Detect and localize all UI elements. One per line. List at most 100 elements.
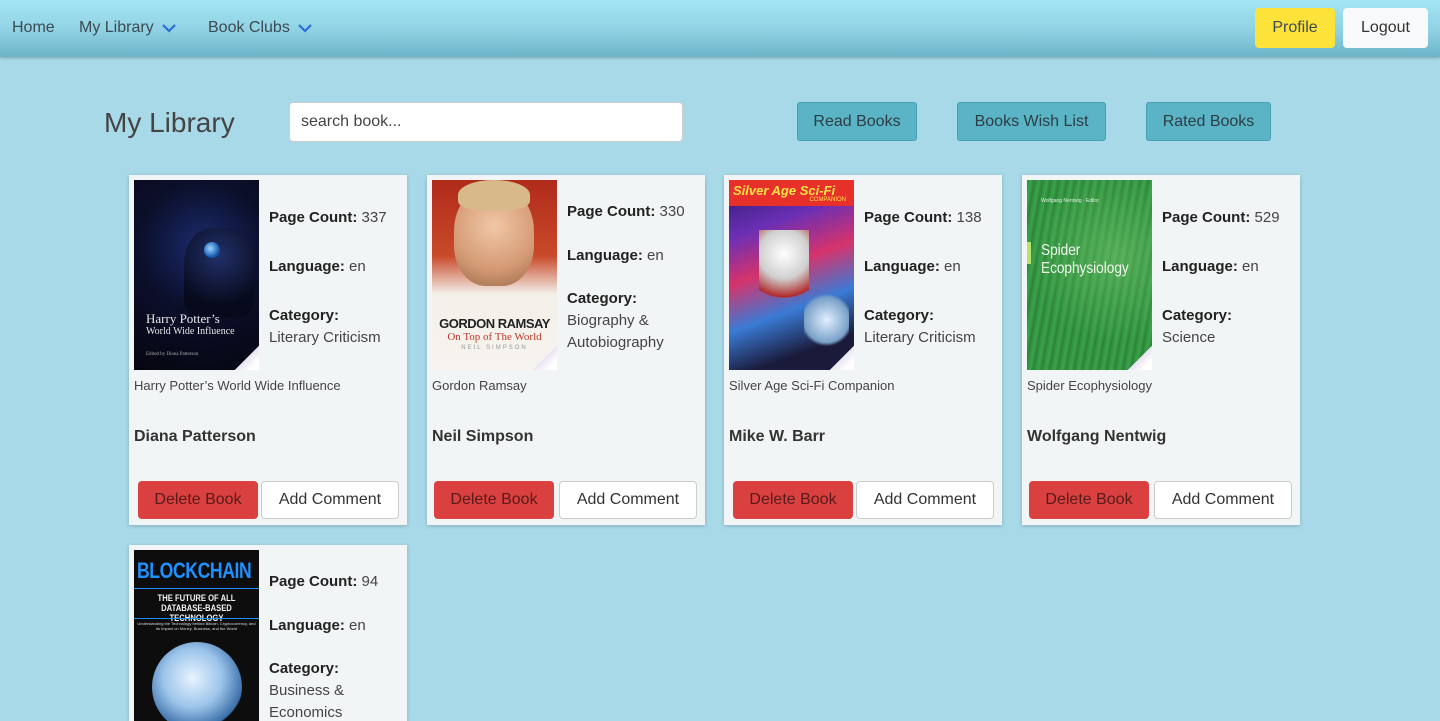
top-navbar: Home My Library Book Clubs Profile Logou… (0, 0, 1440, 57)
language-label: Language: (567, 247, 643, 264)
book-category: Category: Literary Criticism (864, 305, 999, 349)
book-cover-image[interactable]: Silver Age Sci-Fi COMPANION (729, 180, 854, 370)
page-curl (1128, 346, 1152, 370)
page-count-label: Page Count: (269, 209, 358, 226)
cover-rule (134, 618, 259, 619)
book-language: Language: en (269, 615, 404, 637)
book-card: GORDON RAMSAY On Top of The World NEIL S… (427, 175, 705, 525)
category-label: Category: (1162, 307, 1233, 324)
delete-book-button[interactable]: Delete Book (733, 481, 853, 519)
page-count-label: Page Count: (269, 573, 358, 590)
book-author: Diana Patterson (134, 428, 256, 445)
nav-my-library-label: My Library (79, 19, 154, 36)
book-page-count: Page Count: 337 (269, 207, 404, 229)
book-language: Language: en (1162, 256, 1297, 278)
nav-home-label: Home (12, 19, 55, 36)
page-count-value: 330 (659, 203, 685, 220)
category-value: Business & Economics (269, 682, 345, 721)
cover-accent (1027, 242, 1031, 264)
cover-credit: Wolfgang Nentwig · Editor (1041, 198, 1099, 204)
cover-credit: Understanding the Technology behind Bitc… (137, 621, 256, 631)
language-value: en (647, 247, 664, 264)
book-author: Wolfgang Nentwig (1027, 428, 1167, 445)
language-value: en (944, 258, 961, 275)
add-comment-button[interactable]: Add Comment (856, 481, 994, 519)
cover-title: Harry Potter’s (146, 311, 220, 326)
language-value: en (1242, 258, 1259, 275)
page-count-label: Page Count: (864, 209, 953, 226)
cover-title: GORDON RAMSAY (439, 316, 550, 331)
book-language: Language: en (567, 245, 702, 267)
nav-book-clubs-dropdown[interactable]: Book Clubs (208, 19, 314, 37)
logout-button[interactable]: Logout (1343, 8, 1428, 48)
page-count-label: Page Count: (1162, 209, 1251, 226)
category-value: Science (1162, 329, 1216, 346)
category-label: Category: (269, 660, 340, 677)
read-books-button[interactable]: Read Books (797, 102, 917, 141)
cover-figure (184, 228, 254, 318)
cover-subtitle: On Top of The World (447, 331, 542, 343)
book-category: Category: Science (1162, 305, 1297, 349)
language-label: Language: (864, 258, 940, 275)
book-category: Category: Literary Criticism (269, 305, 404, 349)
cover-subtitle: Ecophysiology (1041, 260, 1129, 277)
book-title: Spider Ecophysiology (1027, 378, 1153, 393)
cover-rider (804, 290, 849, 350)
search-input[interactable] (289, 102, 683, 142)
cover-title: BLOCKCHAIN (137, 558, 252, 583)
page-curl (235, 346, 259, 370)
page-count-value: 337 (361, 209, 387, 226)
delete-book-button[interactable]: Delete Book (1029, 481, 1149, 519)
page-curl (533, 346, 557, 370)
nav-my-library-dropdown[interactable]: My Library (79, 19, 178, 37)
delete-book-button[interactable]: Delete Book (138, 481, 258, 519)
book-card: Silver Age Sci-Fi COMPANION Page Count: … (724, 175, 1002, 525)
books-wish-list-button[interactable]: Books Wish List (957, 102, 1106, 141)
book-card: Harry Potter’s World Wide Influence Edit… (129, 175, 407, 525)
book-card: BLOCKCHAIN THE FUTURE OF ALL DATABASE-BA… (129, 545, 407, 721)
page-title: My Library (104, 107, 235, 138)
book-author: Neil Simpson (432, 428, 534, 445)
add-comment-button[interactable]: Add Comment (261, 481, 399, 519)
language-label: Language: (1162, 258, 1238, 275)
page-count-value: 94 (361, 573, 379, 590)
nav-home-link[interactable]: Home (12, 19, 55, 37)
profile-button[interactable]: Profile (1255, 8, 1335, 48)
chevron-down-icon (161, 24, 176, 33)
book-category: Category: Biography & Autobiography (567, 288, 702, 354)
cover-title: Spider (1041, 242, 1081, 259)
page-count-value: 138 (956, 209, 982, 226)
chevron-down-icon (298, 24, 312, 33)
cover-globe (204, 242, 220, 258)
language-value: en (349, 258, 366, 275)
delete-book-button[interactable]: Delete Book (434, 481, 554, 519)
book-cover-image[interactable]: GORDON RAMSAY On Top of The World NEIL S… (432, 180, 557, 370)
language-label: Language: (269, 258, 345, 275)
book-category: Category: Business & Economics (269, 658, 404, 721)
book-title: Silver Age Sci-Fi Companion (729, 378, 895, 393)
language-label: Language: (269, 617, 345, 634)
book-page-count: Page Count: 138 (864, 207, 999, 229)
cover-subtitle: World Wide Influence (146, 326, 235, 337)
cover-rule (134, 588, 259, 589)
book-title: Gordon Ramsay (432, 378, 527, 393)
category-label: Category: (864, 307, 935, 324)
add-comment-button[interactable]: Add Comment (1154, 481, 1292, 519)
cover-hero (759, 230, 809, 310)
cover-hair (458, 180, 530, 210)
add-comment-button[interactable]: Add Comment (559, 481, 697, 519)
book-cover-image[interactable]: BLOCKCHAIN THE FUTURE OF ALL DATABASE-BA… (134, 550, 259, 721)
book-author: Mike W. Barr (729, 428, 826, 445)
book-page-count: Page Count: 529 (1162, 207, 1297, 229)
rated-books-button[interactable]: Rated Books (1146, 102, 1271, 141)
category-value: Literary Criticism (864, 329, 976, 346)
page-count-label: Page Count: (567, 203, 656, 220)
cover-title: Silver Age Sci-Fi (733, 183, 836, 198)
book-cover-image[interactable]: Wolfgang Nentwig · Editor Spider Ecophys… (1027, 180, 1152, 370)
category-label: Category: (269, 307, 340, 324)
page-curl (830, 346, 854, 370)
book-cover-image[interactable]: Harry Potter’s World Wide Influence Edit… (134, 180, 259, 370)
book-language: Language: en (864, 256, 999, 278)
category-label: Category: (567, 290, 638, 307)
page-count-value: 529 (1254, 209, 1280, 226)
